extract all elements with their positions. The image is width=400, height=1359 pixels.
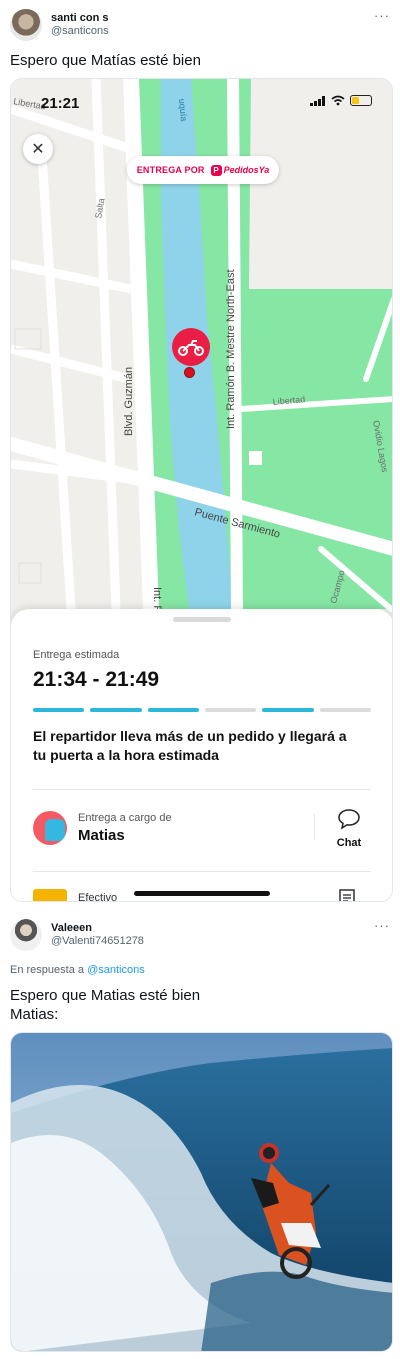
- courier-avatar-icon: [33, 811, 67, 845]
- avatar[interactable]: [10, 919, 42, 951]
- motorcycle-icon[interactable]: [172, 328, 210, 366]
- brand-banner: ENTREGA POR P PedidosYa: [127, 156, 279, 184]
- courier-location-dot: [184, 367, 195, 378]
- estimate-label: Entrega estimada: [33, 649, 120, 661]
- status-time: 21:21: [41, 95, 80, 112]
- wifi-icon: [331, 95, 345, 106]
- courier-name: Matias: [78, 827, 125, 844]
- street-label: Blvd. Guzmán: [123, 367, 135, 436]
- status-icons: [310, 95, 372, 106]
- battery-icon: [350, 95, 372, 106]
- home-indicator: [134, 891, 270, 896]
- progress-segment: [262, 708, 314, 712]
- sheet-grabber[interactable]: [173, 617, 231, 622]
- reply-context: En respuesta a @santicons: [10, 964, 145, 976]
- chat-bubble-icon: [338, 809, 360, 830]
- progress-segment: [33, 708, 85, 712]
- tweet-photo[interactable]: [10, 1032, 393, 1352]
- divider: [33, 789, 371, 790]
- tweet-text: Espero que Matías esté bien: [10, 52, 201, 69]
- progress-segment: [204, 708, 257, 712]
- reply-to-link[interactable]: @santicons: [87, 964, 145, 976]
- close-button[interactable]: ✕: [23, 134, 53, 164]
- delivery-progress: [33, 708, 371, 712]
- brand-label: ENTREGA POR: [136, 165, 205, 175]
- cash-icon: [33, 889, 67, 901]
- delivery-sheet: Entrega estimada 21:34 - 21:49 El repart…: [11, 609, 392, 902]
- receipt-icon[interactable]: [338, 889, 356, 902]
- reply-prefix: En respuesta a: [10, 964, 84, 976]
- tweet-original: santi con s @santicons ··· Espero que Ma…: [0, 0, 400, 910]
- user-handle[interactable]: @Valenti74651278: [51, 935, 144, 948]
- payment-label: Efectivo: [78, 892, 118, 902]
- tweet-author[interactable]: Valeeen @Valenti74651278: [10, 918, 144, 952]
- display-name[interactable]: Valeeen: [51, 922, 144, 935]
- more-options-icon[interactable]: ···: [374, 918, 390, 933]
- courier-label: Entrega a cargo de: [78, 812, 172, 824]
- progress-segment: [319, 708, 371, 712]
- tweet-text: Espero que Matias esté bien Matias:: [10, 987, 201, 1023]
- progress-segment: [90, 708, 142, 712]
- chat-button[interactable]: Chat: [329, 808, 369, 850]
- street-label: Int. Ramón B. Mestre North-East: [225, 269, 237, 429]
- motocross-surf-photo-icon: [11, 1033, 392, 1351]
- river-label: uquía: [177, 98, 189, 121]
- delivery-app-screenshot[interactable]: Libertad Salta uquía Int. Ramón B. Mestr…: [10, 78, 393, 902]
- chat-label: Chat: [336, 837, 362, 849]
- signal-icon: [310, 95, 325, 106]
- delivery-message: El repartidor lleva más de un pedido y l…: [33, 728, 347, 763]
- pedidosya-logo-icon: P PedidosYa: [210, 164, 269, 176]
- tweet-author[interactable]: santi con s @santicons: [10, 8, 109, 42]
- estimate-time: 21:34 - 21:49: [33, 668, 160, 691]
- more-options-icon[interactable]: ···: [374, 8, 390, 23]
- tweet-reply: Valeeen @Valenti74651278 ··· En respuest…: [0, 910, 400, 1359]
- avatar[interactable]: [10, 9, 42, 41]
- display-name[interactable]: santi con s: [51, 12, 109, 25]
- user-handle[interactable]: @santicons: [51, 25, 109, 38]
- divider: [33, 871, 371, 872]
- progress-segment: [147, 708, 199, 712]
- divider: [314, 814, 315, 840]
